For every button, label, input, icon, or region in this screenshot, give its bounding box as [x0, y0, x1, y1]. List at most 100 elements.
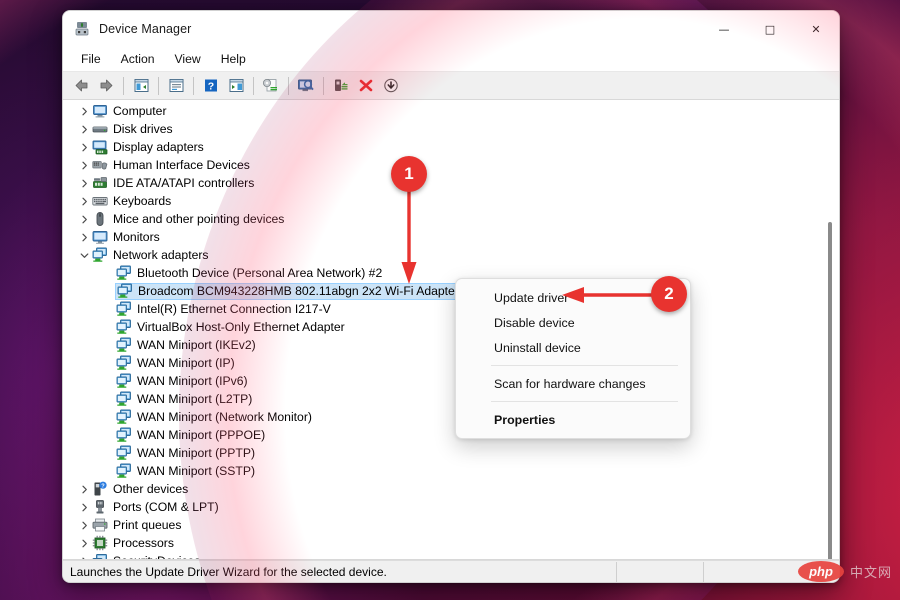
tree-node-label-box: Display adapters: [92, 139, 204, 156]
tree-node[interactable]: Keyboards: [63, 192, 839, 210]
disk-drive-icon: [92, 121, 108, 137]
tree-node[interactable]: VirtualBox Host-Only Ethernet Adapter: [63, 318, 839, 336]
help-icon[interactable]: ?: [199, 74, 223, 98]
disable-device-icon[interactable]: [379, 74, 403, 98]
context-menu-item[interactable]: Disable device: [459, 310, 687, 335]
network-adapter-icon: [92, 247, 108, 263]
enable-device-icon[interactable]: [329, 74, 353, 98]
back-icon[interactable]: [69, 74, 93, 98]
context-menu-item[interactable]: Properties: [459, 407, 687, 432]
tree-node[interactable]: Disk drives: [63, 120, 839, 138]
tree-node-label: Disk drives: [113, 122, 173, 136]
tree-node-label-box: Disk drives: [92, 121, 173, 138]
menu-help[interactable]: Help: [211, 49, 256, 69]
chevron-right-icon[interactable]: [76, 102, 92, 120]
scrollbar-thumb[interactable]: [828, 222, 832, 560]
tree-node-label: WAN Miniport (PPTP): [137, 446, 255, 460]
tree-node-label: Monitors: [113, 230, 160, 244]
tree-node[interactable]: IDE ATA/ATAPI controllers: [63, 174, 839, 192]
chevron-right-icon[interactable]: [76, 516, 92, 534]
security-device-icon: [92, 553, 108, 559]
tree-node[interactable]: WAN Miniport (PPTP): [63, 444, 839, 462]
tree-node-label: WAN Miniport (IKEv2): [137, 338, 256, 352]
tree-node-label: WAN Miniport (L2TP): [137, 392, 252, 406]
show-hide-action-pane-icon[interactable]: [224, 74, 248, 98]
annotation-badge-1: 1: [391, 156, 427, 192]
tree-node-label: IDE ATA/ATAPI controllers: [113, 176, 254, 190]
tree-node[interactable]: SecurityDevices: [63, 552, 839, 559]
tree-node-label-box: Network adapters: [92, 247, 209, 264]
menu-view[interactable]: View: [165, 49, 211, 69]
tree-node-label-box: WAN Miniport (SSTP): [116, 463, 255, 480]
properties-icon[interactable]: [164, 74, 188, 98]
uninstall-device-icon[interactable]: [354, 74, 378, 98]
vertical-scrollbar[interactable]: [823, 102, 837, 557]
tree-node[interactable]: WAN Miniport (L2TP): [63, 390, 839, 408]
tree-node[interactable]: WAN Miniport (IKEv2): [63, 336, 839, 354]
chevron-right-icon[interactable]: [76, 498, 92, 516]
tree-node[interactable]: Processors: [63, 534, 839, 552]
keyboard-icon: [92, 193, 108, 209]
tree-node-label: Keyboards: [113, 194, 171, 208]
chevron-right-icon[interactable]: [76, 228, 92, 246]
context-menu-item[interactable]: Scan for hardware changes: [459, 371, 687, 396]
chevron-right-icon[interactable]: [76, 174, 92, 192]
tree-node[interactable]: Intel(R) Ethernet Connection I217-V: [63, 300, 839, 318]
chevron-right-icon[interactable]: [76, 192, 92, 210]
display-adapter-icon: [92, 139, 108, 155]
tree-node[interactable]: Mice and other pointing devices: [63, 210, 839, 228]
tree-node[interactable]: Broadcom BCM943228HMB 802.11abgn 2x2 Wi-…: [63, 282, 839, 300]
tree-node[interactable]: Human Interface Devices: [63, 156, 839, 174]
forward-icon[interactable]: [94, 74, 118, 98]
tree-node-label: Bluetooth Device (Personal Area Network)…: [137, 266, 382, 280]
tree-node[interactable]: Ports (COM & LPT): [63, 498, 839, 516]
context-menu-item[interactable]: Uninstall device: [459, 335, 687, 360]
chevron-right-icon[interactable]: [76, 138, 92, 156]
menu-action[interactable]: Action: [111, 49, 165, 69]
tree-node[interactable]: WAN Miniport (PPPOE): [63, 426, 839, 444]
tree-node-label-box: Processors: [92, 535, 174, 552]
chevron-right-icon[interactable]: [76, 534, 92, 552]
title-bar: Device Manager — □ ✕: [63, 11, 839, 47]
watermark-text: 中文网: [850, 562, 892, 581]
chevron-right-icon[interactable]: [76, 156, 92, 174]
chevron-right-icon[interactable]: [76, 210, 92, 228]
tree-node[interactable]: Display adapters: [63, 138, 839, 156]
tree-node[interactable]: ?Other devices: [63, 480, 839, 498]
watermark: php 中文网: [798, 561, 892, 582]
chevron-right-icon[interactable]: [76, 480, 92, 498]
scan-for-hardware-changes-icon[interactable]: [294, 74, 318, 98]
chevron-right-icon[interactable]: [76, 552, 92, 559]
tree-node[interactable]: WAN Miniport (IPv6): [63, 372, 839, 390]
tree-node[interactable]: Bluetooth Device (Personal Area Network)…: [63, 264, 839, 282]
tree-node-label-box: Monitors: [92, 229, 160, 246]
menu-file[interactable]: File: [71, 49, 111, 69]
device-manager-window: Device Manager — □ ✕ File Action View He…: [62, 10, 840, 583]
chevron-down-icon[interactable]: [76, 246, 92, 264]
toolbar: ?: [63, 72, 839, 100]
close-button[interactable]: ✕: [793, 11, 839, 47]
tree-node[interactable]: Computer: [63, 102, 839, 120]
minimize-button[interactable]: —: [701, 11, 747, 47]
window-controls: — □ ✕: [701, 11, 839, 47]
tree-node[interactable]: WAN Miniport (SSTP): [63, 462, 839, 480]
show-hide-console-tree-icon[interactable]: [129, 74, 153, 98]
chevron-right-icon[interactable]: [76, 120, 92, 138]
annotation-badge-2: 2: [651, 276, 687, 312]
tree-node[interactable]: WAN Miniport (Network Monitor): [63, 408, 839, 426]
tree-node-label: Other devices: [113, 482, 188, 496]
toolbar-separator: [193, 77, 194, 95]
tree-node[interactable]: Monitors: [63, 228, 839, 246]
tree-node-label-box: WAN Miniport (IP): [116, 355, 235, 372]
tree-node-label: Display adapters: [113, 140, 204, 154]
update-driver-icon[interactable]: [259, 74, 283, 98]
maximize-button[interactable]: □: [747, 11, 793, 47]
tree-node-label-box: WAN Miniport (PPTP): [116, 445, 255, 462]
tree-node-label: Computer: [113, 104, 167, 118]
tree-node[interactable]: Print queues: [63, 516, 839, 534]
tree-node-label: WAN Miniport (IP): [137, 356, 235, 370]
device-tree[interactable]: Computer Disk drives Display adapters Human…: [63, 102, 839, 559]
device-tree-pane: Computer Disk drives Display adapters Human…: [63, 100, 839, 560]
tree-node[interactable]: Network adapters: [63, 246, 839, 264]
tree-node[interactable]: WAN Miniport (IP): [63, 354, 839, 372]
